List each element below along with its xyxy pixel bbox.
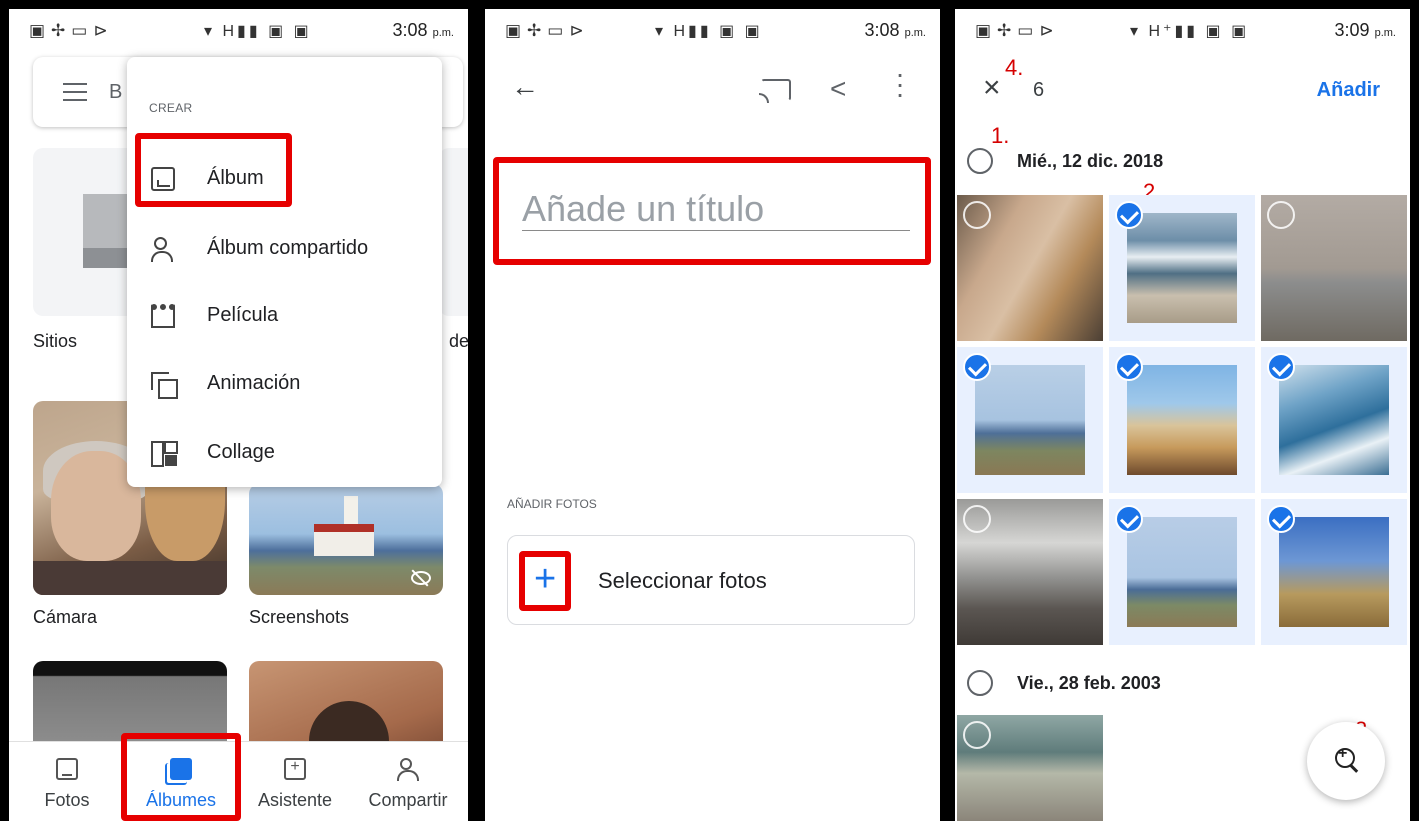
date-header: Vie., 28 feb. 2003: [1017, 673, 1161, 693]
nav-label: Compartir: [368, 790, 448, 810]
album-thumb-partial[interactable]: [439, 148, 468, 316]
more-vert-icon[interactable]: · · ·: [895, 60, 905, 108]
notification-icons: ▣✢▭⊳: [505, 21, 590, 40]
notification-icons: ▣✢▭⊳: [29, 21, 114, 40]
status-bar: ▣✢▭⊳ ▾ H▮▮ ▣ ▣ 3:08 p.m.: [485, 9, 940, 53]
nav-label: Asistente: [257, 790, 333, 810]
movie-icon: [151, 304, 175, 328]
zoom-in-icon: +: [1338, 745, 1348, 762]
highlight-box-plus: [519, 551, 571, 611]
close-icon[interactable]: ×: [983, 71, 1001, 105]
photo-cell[interactable]: [1261, 347, 1407, 493]
photo-cell[interactable]: [957, 715, 1103, 821]
collage-icon: [151, 441, 178, 467]
select-day-radio[interactable]: [967, 148, 993, 174]
photo-cell[interactable]: [1109, 347, 1255, 493]
clock: 3:08 p.m.: [392, 20, 454, 40]
nav-label: Fotos: [44, 790, 90, 810]
select-day-radio[interactable]: [967, 670, 993, 696]
create-menu: CREAR Álbum Álbum compartido Película An…: [127, 57, 442, 487]
clock: 3:08 p.m.: [864, 20, 926, 40]
nav-asistente[interactable]: Asistente: [245, 742, 345, 821]
album-label-partial: dec: [449, 331, 468, 351]
menu-item-label: Álbum compartido: [207, 237, 369, 259]
check-icon: [1115, 505, 1143, 533]
album-label-screenshots: Screenshots: [249, 607, 350, 627]
menu-item-label: Película: [207, 304, 279, 326]
cast-icon[interactable]: [759, 79, 791, 103]
photos-icon: [56, 758, 78, 780]
check-icon: [1115, 201, 1143, 229]
share-people-icon: [397, 758, 419, 781]
add-button[interactable]: Añadir: [1317, 79, 1380, 102]
menu-item-shared-album[interactable]: Álbum compartido: [127, 225, 442, 275]
photo-cell[interactable]: [1109, 499, 1255, 645]
zoom-button[interactable]: +: [1307, 722, 1385, 800]
photo-cell[interactable]: [1261, 195, 1407, 341]
hidden-eye-icon: [411, 571, 431, 585]
annotation-4: 4.: [1005, 55, 1024, 80]
menu-item-movie[interactable]: Película: [127, 292, 442, 342]
signal-icons: ▾ H⁺▮▮ ▣ ▣: [1130, 23, 1250, 40]
share-icon[interactable]: <: [830, 73, 846, 105]
back-arrow-icon[interactable]: ←: [511, 71, 539, 103]
notification-icons: ▣✢▭⊳: [975, 21, 1060, 40]
signal-icons: ▾ H▮▮ ▣ ▣: [204, 23, 312, 40]
check-icon: [963, 353, 991, 381]
menu-item-label: Animación: [207, 372, 301, 394]
album-label-camara: Cámara: [33, 607, 98, 627]
shared-album-icon: [151, 237, 175, 262]
nav-fotos[interactable]: Fotos: [27, 742, 107, 821]
nav-compartir[interactable]: Compartir: [353, 742, 463, 821]
album-label-sitios: Sitios: [33, 331, 78, 351]
clock: 3:09 p.m.: [1334, 20, 1396, 40]
places-icon: [83, 194, 129, 268]
checkbox-icon: [1267, 201, 1295, 229]
screen-select-photos: ▣✢▭⊳ ▾ H⁺▮▮ ▣ ▣ 3:09 p.m. × 6 Añadir 4. …: [955, 9, 1410, 821]
highlight-box-title: [493, 157, 931, 265]
signal-icons: ▾ H▮▮ ▣ ▣: [655, 23, 763, 40]
animation-icon: [151, 372, 178, 399]
photo-cell[interactable]: [957, 347, 1103, 493]
select-photos-label: Seleccionar fotos: [598, 568, 767, 593]
create-menu-header: CREAR: [149, 101, 193, 115]
menu-icon[interactable]: [63, 83, 87, 101]
annotation-1: 1.: [991, 123, 1010, 148]
screen-new-album: ▣✢▭⊳ ▾ H▮▮ ▣ ▣ 3:08 p.m. ← < ··· AÑADIR …: [485, 9, 940, 821]
add-photos-header: AÑADIR FOTOS: [507, 497, 597, 511]
screen-albums-create-menu: ▣✢▭⊳ ▾ H▮▮ ▣ ▣ 3:08 p.m. B Sitios dec Cá…: [9, 9, 468, 821]
status-bar: ▣✢▭⊳ ▾ H▮▮ ▣ ▣ 3:08 p.m.: [9, 9, 468, 53]
check-icon: [1267, 353, 1295, 381]
photo-cell[interactable]: [957, 499, 1103, 645]
menu-item-label: Collage: [207, 441, 275, 463]
photo-cell[interactable]: [1109, 195, 1255, 341]
checkbox-icon: [963, 721, 991, 749]
checkbox-icon: [963, 505, 991, 533]
menu-item-animation[interactable]: Animación: [127, 360, 442, 410]
date-header: Mié., 12 dic. 2018: [1017, 151, 1164, 171]
photo-cell[interactable]: [1261, 499, 1407, 645]
check-icon: [1267, 505, 1295, 533]
album-thumb-screenshots[interactable]: [249, 484, 443, 595]
assistant-icon: [284, 758, 306, 780]
menu-item-collage[interactable]: Collage: [127, 429, 442, 479]
selected-count: 6: [1033, 79, 1045, 101]
highlight-box-albumes: [121, 733, 241, 821]
check-icon: [1115, 353, 1143, 381]
checkbox-icon: [963, 201, 991, 229]
photo-cell[interactable]: [957, 195, 1103, 341]
search-text: B: [109, 81, 123, 103]
status-bar: ▣✢▭⊳ ▾ H⁺▮▮ ▣ ▣ 3:09 p.m.: [955, 9, 1410, 53]
highlight-box-album: [135, 133, 292, 207]
